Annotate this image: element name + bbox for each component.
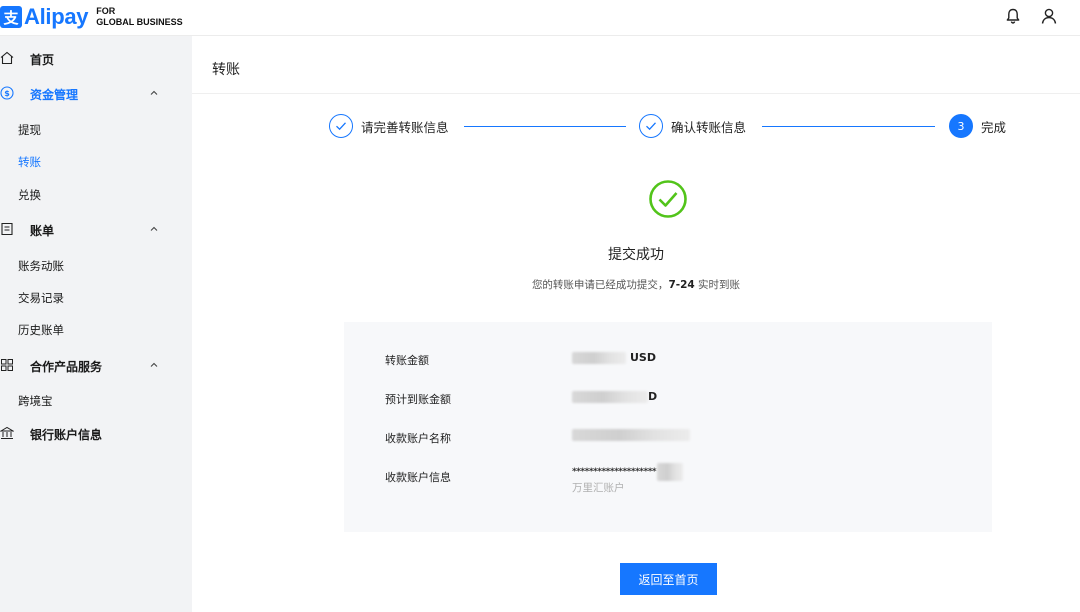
sidebar-item-transactions[interactable]: 交易记录 [18,290,64,306]
desc-prefix: 您的转账申请已经成功提交， [531,279,669,291]
logo-subtitle: FOR GLOBAL BUSINESS [96,6,182,28]
redacted-account-tail [657,463,684,481]
success-check-circle-icon [649,180,687,218]
sidebar-item-history-bills[interactable]: 历史账单 [18,322,64,338]
step-label: 确认转账信息 [671,119,747,135]
page-title: 转账 [212,62,240,78]
check-icon [639,114,663,138]
sidebar: 首页 $ 资金管理 提现 转账 兑换 账单 账务动账 交易记录 历史账单 合作产… [0,36,192,612]
sidebar-item-transfer[interactable]: 转账 [18,154,41,170]
dollar-circle-icon: $ [0,86,14,100]
sidebar-group-label: 资金管理 [30,88,79,102]
masked-account-number: ******************** [572,467,657,477]
home-icon [0,51,14,65]
redacted-expected-amount [572,390,648,403]
step-3: 3 完成 [949,114,1006,138]
sidebar-group-bills[interactable]: 账单 [0,215,192,243]
step-connector-1 [464,126,626,127]
success-title: 提交成功 [608,247,664,263]
payee-name-label: 收款账户名称 [385,432,451,445]
check-icon [329,114,353,138]
bill-icon [1,222,13,236]
top-bar: 支 Alipay FOR GLOBAL BUSINESS [0,0,1080,36]
expected-amount-suffix: D [648,390,658,403]
sidebar-item-cross-border[interactable]: 跨境宝 [18,393,53,409]
chevron-up-icon[interactable] [149,88,159,98]
alipay-wordmark: Alipay [24,4,89,29]
step-connector-2 [762,126,935,127]
redacted-amount [572,351,626,364]
page-header: 转账 [192,36,1080,94]
desc-eta: 7-24 [668,279,695,291]
expected-amount-value: D [572,390,657,403]
sidebar-item-exchange[interactable]: 兑换 [18,187,41,203]
sidebar-item-label: 首页 [30,53,55,67]
expected-amount-label: 预计到账金额 [385,393,451,406]
payee-name-value [572,429,690,441]
redacted-payee-name [572,429,690,441]
step-1: 请完善转账信息 [329,114,449,138]
amount-value: USD [572,351,656,364]
step-label: 完成 [981,119,1007,135]
success-description: 您的转账申请已经成功提交，7-24 实时到账 [192,277,1080,292]
logo-subtitle-line1: FOR [96,6,116,16]
step-2: 确认转账信息 [639,114,746,138]
amount-currency: USD [630,351,656,364]
sidebar-item-home[interactable]: 首页 [0,44,192,72]
grid-icon [1,359,13,371]
svg-text:$: $ [4,89,10,98]
step-number: 3 [949,114,973,138]
sidebar-group-label: 账单 [30,224,55,238]
alipay-logo[interactable]: 支 Alipay FOR GLOBAL BUSINESS [0,4,183,30]
chevron-up-icon[interactable] [149,224,159,234]
payee-info-label: 收款账户信息 [385,471,451,484]
return-home-button[interactable]: 返回至首页 [620,563,717,595]
payee-info-value: ******************** [572,463,684,481]
sidebar-item-withdraw[interactable]: 提现 [18,122,41,138]
user-icon[interactable] [1040,7,1058,25]
step-label: 请完善转账信息 [361,119,449,135]
logo-subtitle-line2: GLOBAL BUSINESS [96,17,183,27]
main-content: 转账 请完善转账信息 确认转账信息 3 完成 提交成功 您的转账申请已经成功提交… [192,36,1080,612]
sidebar-item-bank-account[interactable]: 银行账户信息 [0,419,192,447]
account-type-note: 万里汇账户 [572,482,625,494]
bell-icon[interactable] [1004,7,1022,25]
alipay-logo-mark: 支 [0,6,22,28]
sidebar-group-label: 合作产品服务 [30,360,103,374]
amount-label: 转账金额 [385,354,429,367]
sidebar-group-funds[interactable]: $ 资金管理 [0,79,192,107]
transfer-details-panel: 转账金额 USD 预计到账金额 D 收款账户名称 收款账户信息 ********… [344,322,992,532]
sidebar-item-account-activity[interactable]: 账务动账 [18,258,64,274]
chevron-up-icon[interactable] [149,360,159,370]
sidebar-group-partners[interactable]: 合作产品服务 [0,351,192,379]
bank-icon [0,426,14,439]
desc-suffix: 实时到账 [694,279,741,291]
sidebar-item-label: 银行账户信息 [30,428,103,442]
